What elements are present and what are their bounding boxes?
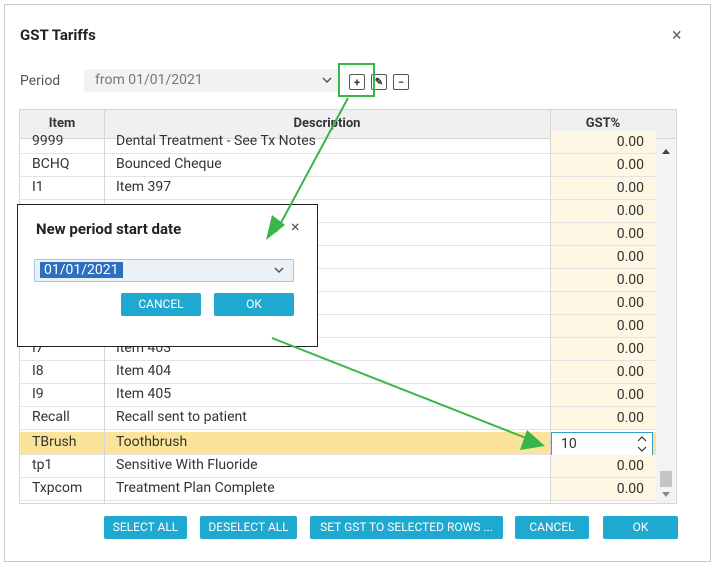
- annotation-arrow: [275, 97, 349, 233]
- annotation-arrows: [266, 97, 545, 450]
- annotation-arrowhead: [520, 430, 545, 450]
- annotation-arrow: [271, 337, 532, 441]
